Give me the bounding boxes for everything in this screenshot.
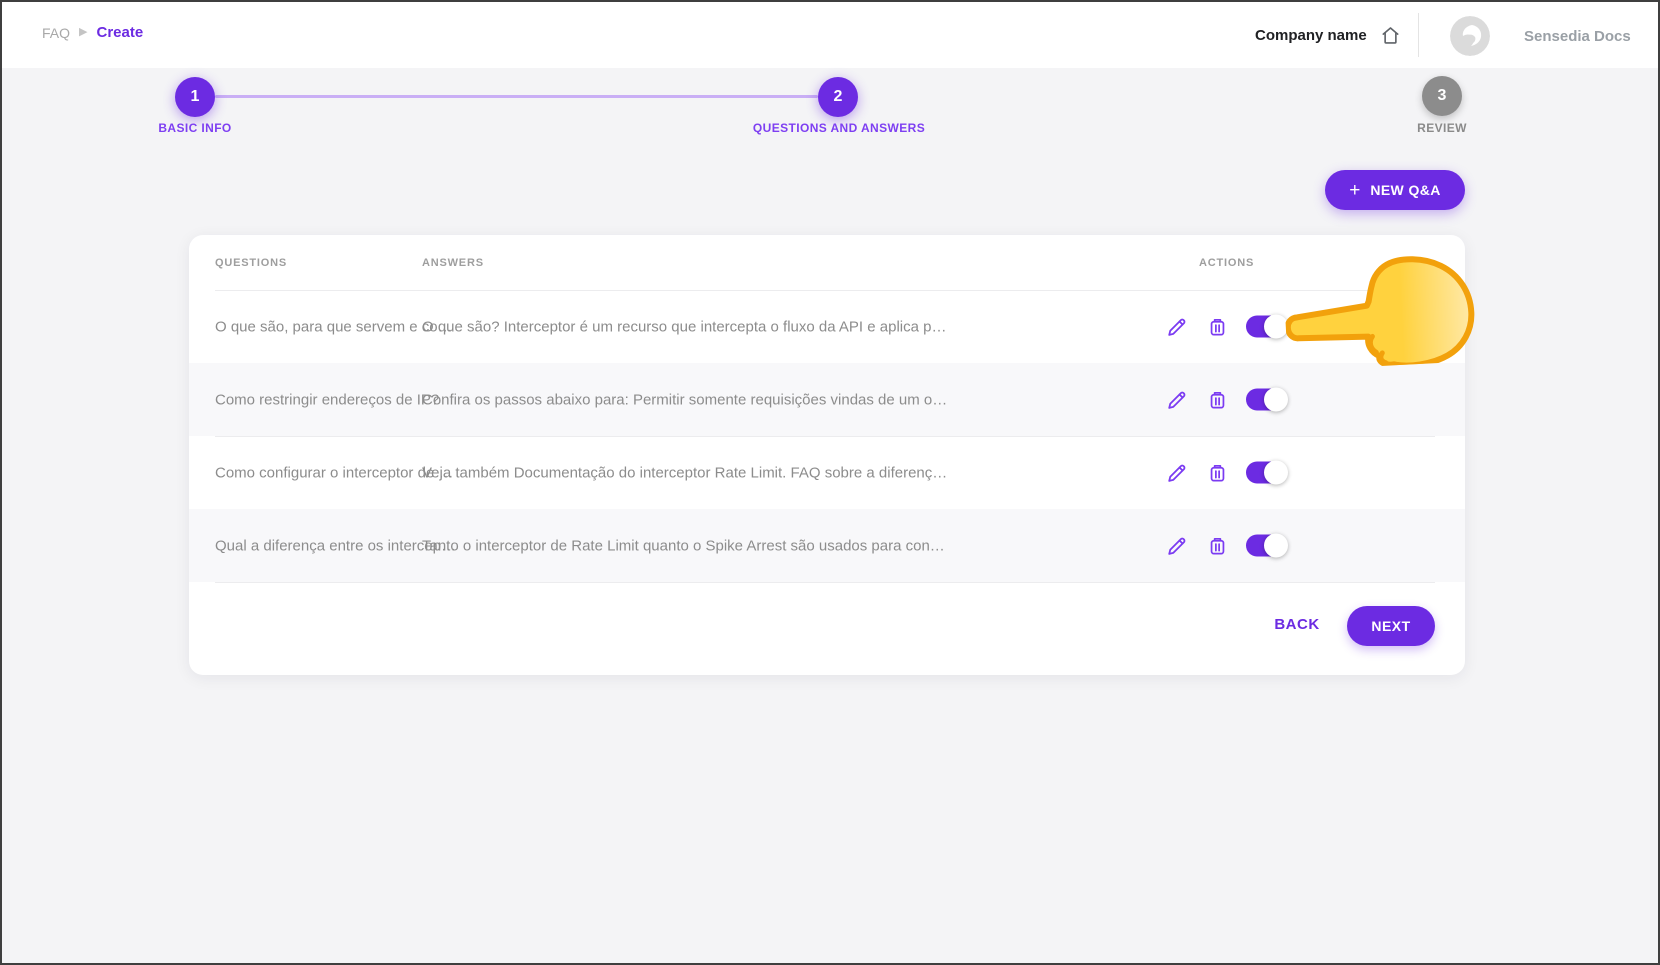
delete-icon[interactable]: [1205, 460, 1230, 485]
delete-icon[interactable]: [1205, 314, 1230, 339]
step-1-circle[interactable]: 1: [175, 77, 215, 117]
table-header: QUESTIONS ANSWERS ACTIONS: [189, 235, 1465, 290]
step-3-circle[interactable]: 3: [1422, 76, 1462, 116]
edit-icon[interactable]: [1164, 533, 1189, 558]
step-2-number: 2: [834, 88, 843, 106]
table-row: O que são, para que servem e co… O que s…: [189, 290, 1465, 363]
workspace-brand: Sensedia Docs: [1450, 16, 1631, 56]
breadcrumb-faq[interactable]: FAQ: [42, 25, 70, 41]
table-row: Como configurar o interceptor de … Veja …: [189, 436, 1465, 509]
answers-column-header: ANSWERS: [422, 257, 484, 269]
step-1-number: 1: [191, 88, 200, 106]
question-cell: Como restringir endereços de IP?: [215, 391, 439, 408]
table-row: Qual a diferença entre os intercep… Tant…: [189, 509, 1465, 582]
chevron-right-icon: ▶: [79, 27, 87, 38]
toggle-knob: [1264, 534, 1288, 558]
row-divider: [215, 582, 1435, 583]
app-window: FAQ ▶ Create Company name Sen: [0, 0, 1660, 965]
edit-icon[interactable]: [1164, 387, 1189, 412]
row-actions: [1164, 460, 1286, 485]
company-name-label: Company name: [1255, 27, 1367, 44]
table-row: Como restringir endereços de IP? Confira…: [189, 363, 1465, 436]
row-actions: [1164, 387, 1286, 412]
enable-toggle[interactable]: [1246, 316, 1286, 338]
stepper-connector-1-2: [215, 95, 818, 98]
breadcrumb-create: Create: [96, 24, 143, 41]
step-2-label: QUESTIONS AND ANSWERS: [689, 121, 989, 135]
question-cell: O que são, para que servem e co…: [215, 318, 453, 335]
row-actions: [1164, 533, 1286, 558]
next-button[interactable]: NEXT: [1347, 606, 1435, 646]
answer-cell: Confira os passos abaixo para: Permitir …: [422, 391, 947, 408]
answer-cell: O que são? Interceptor é um recurso que …: [422, 318, 946, 335]
question-cell: Como configurar o interceptor de …: [215, 464, 453, 481]
topbar-divider: [1418, 13, 1419, 57]
delete-icon[interactable]: [1205, 533, 1230, 558]
toggle-knob: [1264, 461, 1288, 485]
new-qa-button[interactable]: + NEW Q&A: [1325, 170, 1465, 210]
answer-cell: Veja também Documentação do interceptor …: [422, 464, 947, 481]
enable-toggle[interactable]: [1246, 389, 1286, 411]
top-bar: FAQ ▶ Create Company name Sen: [2, 2, 1658, 68]
plus-icon: +: [1349, 181, 1360, 200]
company-home-link[interactable]: Company name: [1255, 20, 1402, 50]
back-button[interactable]: BACK: [1267, 616, 1327, 633]
enable-toggle[interactable]: [1246, 535, 1286, 557]
row-actions: [1164, 314, 1286, 339]
edit-icon[interactable]: [1164, 314, 1189, 339]
breadcrumb: FAQ ▶ Create: [42, 24, 143, 41]
qa-table-card: QUESTIONS ANSWERS ACTIONS O que são, par…: [189, 235, 1465, 675]
step-1-label: BASIC INFO: [115, 121, 275, 135]
answer-cell: Tanto o interceptor de Rate Limit quanto…: [422, 537, 945, 554]
home-icon[interactable]: [1379, 24, 1402, 47]
step-3-number: 3: [1438, 87, 1447, 105]
questions-column-header: QUESTIONS: [215, 257, 287, 269]
actions-column-header: ACTIONS: [1199, 257, 1254, 269]
question-cell: Qual a diferença entre os intercep…: [215, 537, 456, 554]
enable-toggle[interactable]: [1246, 462, 1286, 484]
step-2-circle[interactable]: 2: [818, 77, 858, 117]
edit-icon[interactable]: [1164, 460, 1189, 485]
delete-icon[interactable]: [1205, 387, 1230, 412]
sensedia-logo-icon: [1450, 16, 1490, 56]
pointing-hand-annotation: [1282, 247, 1478, 371]
new-qa-label: NEW Q&A: [1370, 182, 1440, 198]
workspace-name-label: Sensedia Docs: [1524, 28, 1631, 45]
toggle-knob: [1264, 388, 1288, 412]
step-3-label: REVIEW: [1362, 121, 1522, 135]
